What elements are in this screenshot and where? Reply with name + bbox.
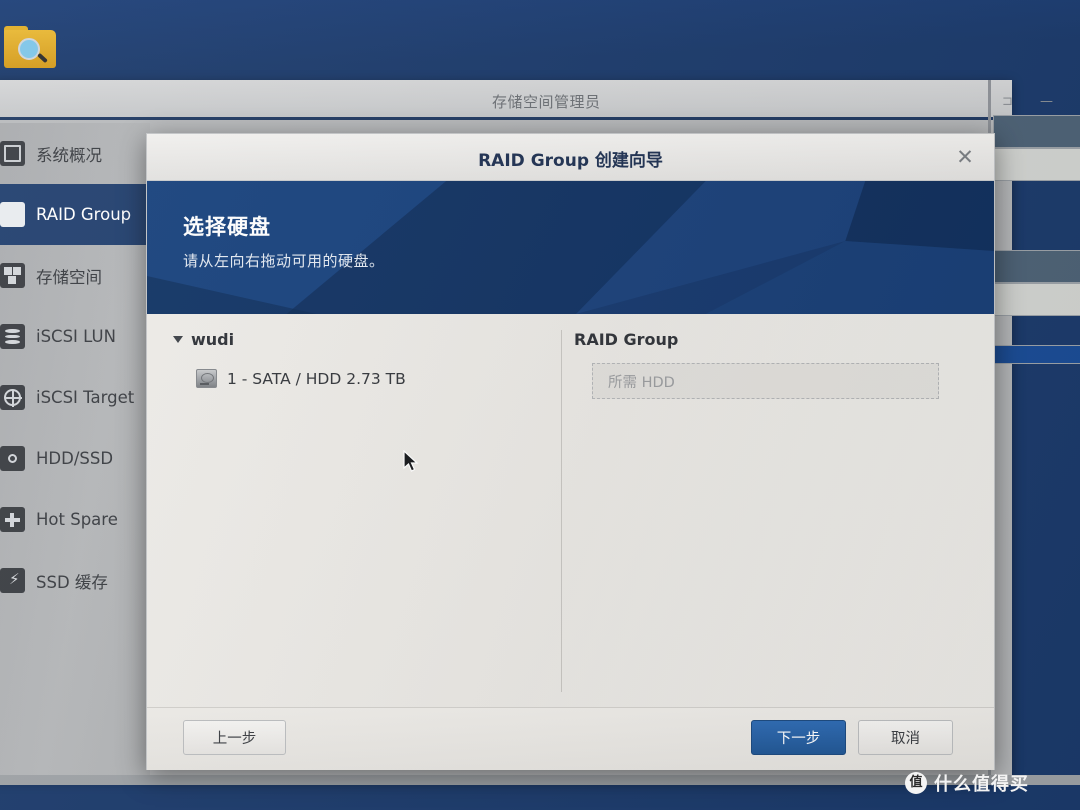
ssd-cache-icon: ⚡	[0, 568, 25, 593]
list-item[interactable]: 1 - SATA / HDD 2.73 TB	[196, 369, 553, 388]
iscsi-lun-icon	[0, 324, 25, 349]
sidebar-item-label: 存储空间	[36, 267, 102, 287]
raid-group-pane-title: RAID Group	[574, 330, 679, 349]
sidebar-item-label: HDD/SSD	[36, 449, 114, 468]
sidebar: 系统概况 RAID Group 存储空间 iSCSI LUN iSCSI Tar	[0, 123, 150, 780]
sidebar-item-label: Hot Spare	[36, 510, 118, 529]
background-side-panels	[985, 80, 1080, 780]
system-overview-icon	[0, 141, 25, 166]
storage-pool-icon	[0, 263, 25, 288]
watermark-logo-icon: 值	[905, 772, 927, 794]
file-station-folder-icon[interactable]	[4, 26, 58, 72]
bg-panel-card	[993, 115, 1080, 148]
app-window-title: 存储空间管理员	[492, 93, 601, 111]
dialog-titlebar: RAID Group 创建向导 ✕	[147, 134, 994, 181]
iscsi-target-icon	[0, 385, 25, 410]
disk-group-header[interactable]: wudi	[173, 330, 553, 349]
sidebar-item-hdd-ssd[interactable]: HDD/SSD	[0, 428, 150, 489]
cancel-button[interactable]: 取消	[858, 720, 953, 755]
bg-panel-card	[993, 148, 1080, 181]
magnifier-glass	[18, 38, 40, 60]
dialog-banner: 选择硬盘 请从左向右拖动可用的硬盘。	[147, 181, 994, 314]
dialog-footer: 上一步 下一步 取消	[147, 707, 994, 770]
banner-heading: 选择硬盘	[183, 215, 271, 239]
disk-group-name: wudi	[191, 330, 235, 349]
banner-subheading: 请从左向右拖动可用的硬盘。	[183, 252, 385, 270]
hdd-ssd-icon	[0, 446, 25, 471]
bg-panel-card	[993, 250, 1080, 283]
app-titlebar: 存储空间管理员 ⊐ —	[0, 80, 1053, 120]
hot-spare-icon	[0, 507, 25, 532]
chevron-down-icon[interactable]	[173, 336, 183, 343]
banner-text-block: 选择硬盘 请从左向右拖动可用的硬盘。	[183, 211, 385, 271]
sidebar-item-label: RAID Group	[36, 205, 132, 224]
sidebar-item-iscsi-lun[interactable]: iSCSI LUN	[0, 306, 150, 367]
previous-button[interactable]: 上一步	[183, 720, 286, 755]
dialog-body: wudi 1 - SATA / HDD 2.73 TB RAID Group 所…	[147, 314, 994, 707]
sidebar-item-label: iSCSI Target	[36, 388, 135, 407]
sidebar-item-ssd-cache[interactable]: ⚡ SSD 缓存	[0, 550, 150, 611]
sidebar-item-system-overview[interactable]: 系统概况	[0, 123, 150, 184]
hdd-icon	[196, 369, 217, 388]
bg-panel-highlight	[993, 345, 1080, 364]
sidebar-item-label: SSD 缓存	[36, 572, 108, 592]
next-button[interactable]: 下一步	[751, 720, 846, 755]
sidebar-item-hot-spare[interactable]: Hot Spare	[0, 489, 150, 550]
dropzone-placeholder: 所需 HDD	[608, 374, 675, 391]
disk-label: 1 - SATA / HDD 2.73 TB	[227, 369, 406, 388]
bg-panel-card	[993, 283, 1080, 316]
pane-divider	[561, 330, 562, 692]
close-icon[interactable]: ✕	[952, 145, 978, 171]
mouse-cursor	[403, 450, 419, 472]
dialog-title: RAID Group 创建向导	[478, 151, 663, 171]
watermark-text: 什么值得买	[934, 774, 1029, 795]
sidebar-item-storage-pool[interactable]: 存储空间	[0, 245, 150, 306]
sidebar-item-label: iSCSI LUN	[36, 327, 116, 346]
sidebar-item-raid-group[interactable]: RAID Group	[0, 184, 150, 245]
raid-group-icon	[0, 202, 25, 227]
available-disks-pane: wudi 1 - SATA / HDD 2.73 TB	[173, 330, 553, 388]
hdd-dropzone[interactable]: 所需 HDD	[592, 363, 939, 399]
sidebar-item-iscsi-target[interactable]: iSCSI Target	[0, 367, 150, 428]
raid-group-target-pane: RAID Group 所需 HDD	[574, 330, 966, 399]
sidebar-item-label: 系统概况	[36, 145, 102, 165]
raid-group-wizard-dialog: RAID Group 创建向导 ✕ 选择硬盘 请从左向右拖动可用的硬盘。 wud…	[146, 133, 995, 770]
watermark: 值 什么值得买	[905, 770, 1029, 796]
